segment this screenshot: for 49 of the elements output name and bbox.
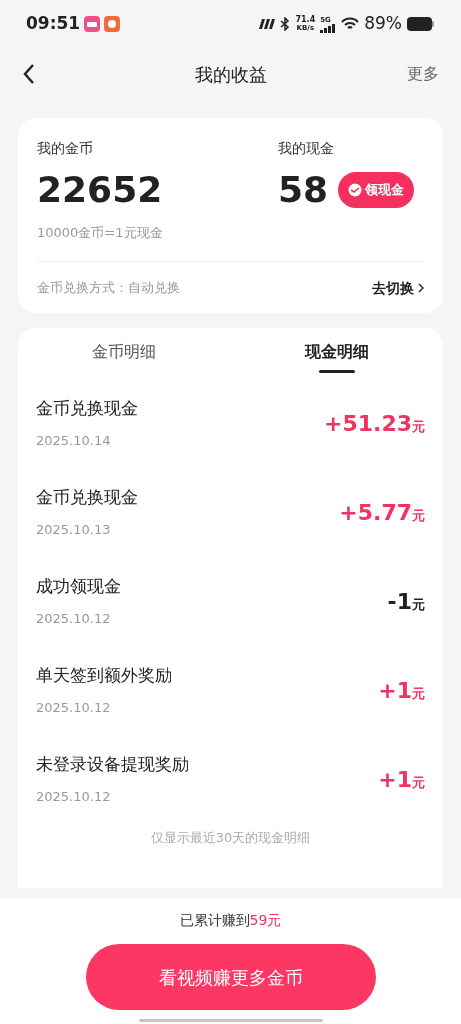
transaction-amount: +1 [378, 765, 412, 794]
net-speed: 71.4 [295, 16, 316, 24]
transaction-amount: -1 [387, 587, 412, 616]
exchange-mode: 金币兑换方式：自动兑换 [37, 279, 180, 298]
status-time: 09:51 [26, 12, 81, 36]
cash-value: 58 [278, 168, 329, 212]
page-title: 我的收益 [194, 62, 267, 87]
coins-value: 22652 [37, 168, 164, 212]
total-label: 已累计赚到 [179, 911, 250, 930]
status-logo-icon [257, 19, 276, 29]
cash-label: 我的现金 [278, 139, 335, 158]
list-note: 仅显示最近30天的现金明细 [150, 828, 311, 847]
coins-label: 我的金币 [37, 139, 94, 158]
battery-icon [407, 16, 435, 32]
currency-unit: 元 [412, 774, 425, 792]
currency-unit: 元 [412, 596, 425, 614]
more-button[interactable]: 更多 [407, 62, 439, 86]
transaction-date: 2025.10.13 [36, 521, 112, 539]
app-icon [84, 16, 101, 32]
transaction-title: 金币兑换现金 [36, 485, 138, 509]
transaction-date: 2025.10.14 [36, 432, 112, 450]
exchange-rate: 10000金币=1元现金 [37, 224, 164, 242]
watch-video-button[interactable]: 看视频赚更多金币 [85, 944, 376, 1010]
tab[interactable]: 金币明细 [18, 339, 231, 373]
transaction-date: 2025.10.12 [36, 610, 112, 628]
transaction-date: 2025.10.12 [36, 788, 112, 806]
currency-unit: 元 [412, 685, 425, 703]
currency-unit: 元 [412, 418, 425, 436]
tab[interactable]: 现金明细 [230, 339, 443, 373]
currency-unit: 元 [412, 507, 425, 525]
app-icon [104, 16, 121, 32]
transaction-title: 未登录设备提现奖励 [36, 752, 189, 776]
check-icon [348, 183, 363, 197]
signal-icon [320, 23, 337, 33]
transaction-title: 单天签到额外奖励 [36, 663, 172, 687]
transaction-date: 2025.10.12 [36, 699, 112, 717]
switch-link[interactable]: 去切换 [372, 277, 424, 299]
transaction-title: 金币兑换现金 [36, 396, 138, 420]
transaction-title: 成功领现金 [36, 574, 121, 598]
battery-percent: 89% [364, 12, 402, 36]
back-icon[interactable] [22, 63, 36, 85]
transaction-amount: +51.23 [323, 409, 412, 438]
chevron-right-icon [418, 283, 424, 293]
transaction-amount: +5.77 [339, 498, 412, 527]
wifi-icon [341, 17, 360, 31]
bluetooth-icon [280, 17, 291, 31]
withdraw-button[interactable]: 领现金 [338, 172, 415, 208]
total-amount: 59元 [249, 911, 282, 930]
transaction-amount: +1 [378, 676, 412, 705]
